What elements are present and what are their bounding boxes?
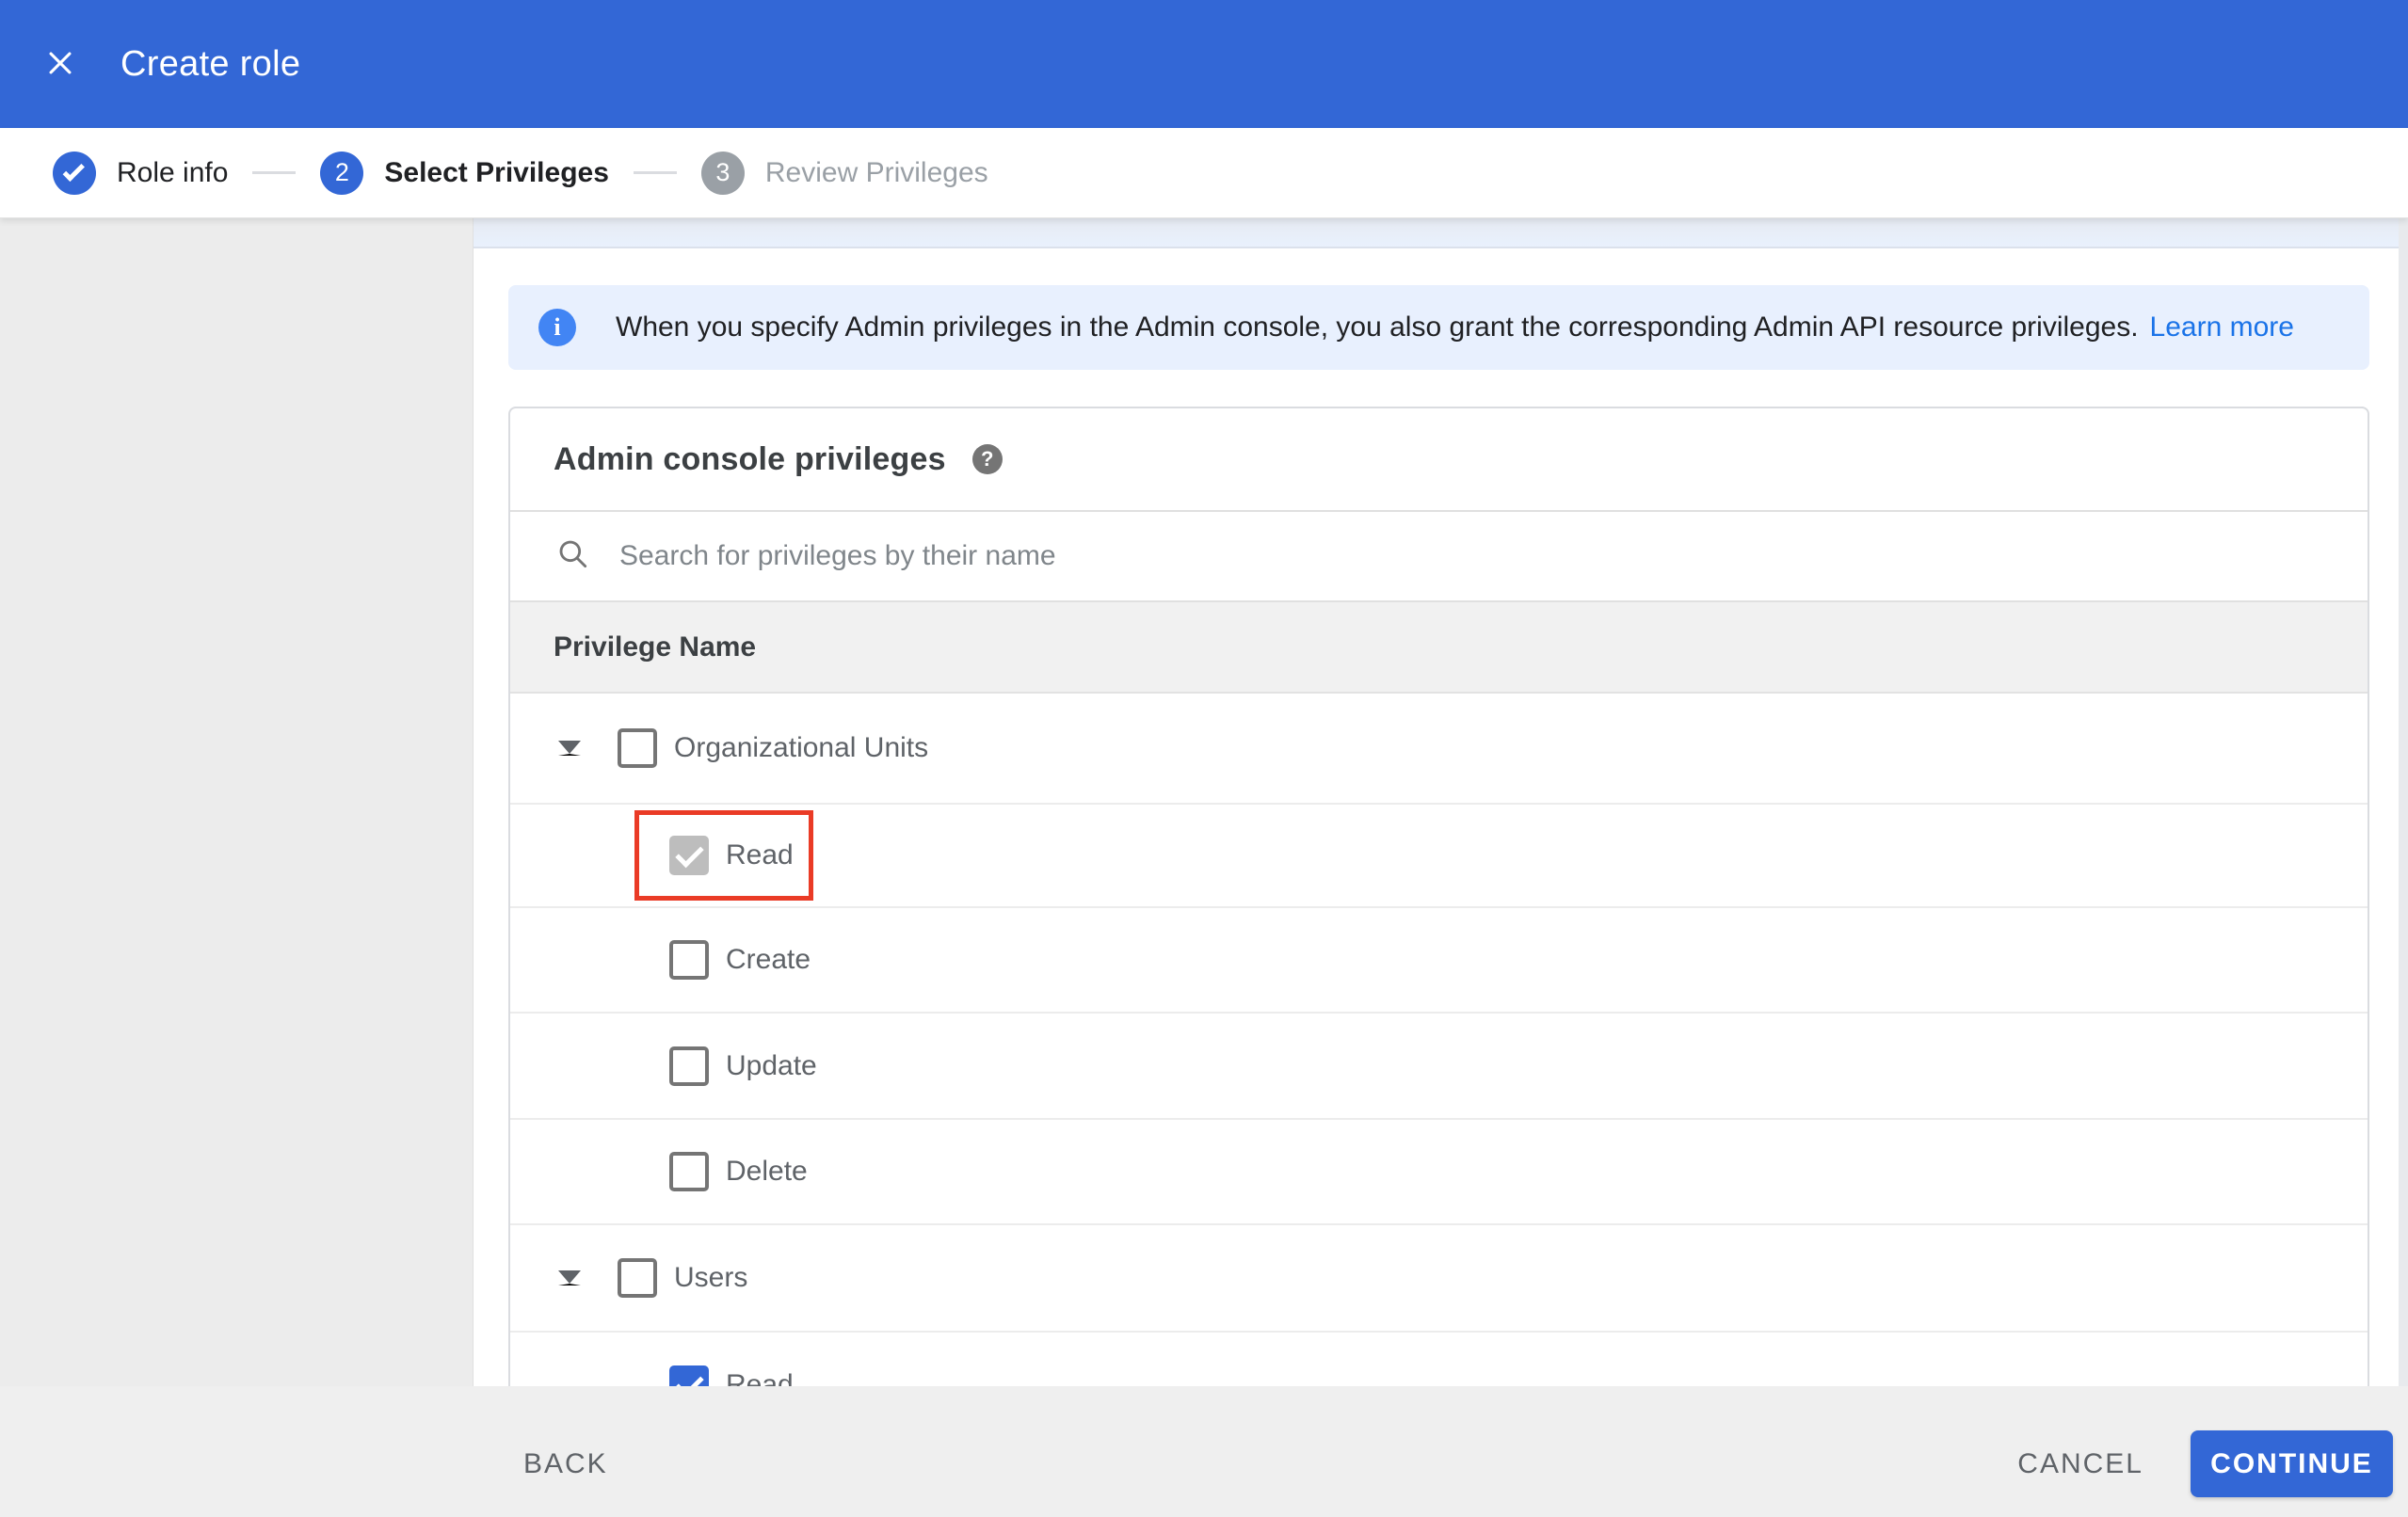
privilege-row-create: Create xyxy=(510,908,2368,1014)
left-sidebar xyxy=(0,218,474,1386)
privilege-label: Read xyxy=(726,1368,794,1387)
privilege-label: Organizational Units xyxy=(674,732,929,763)
step-number-circle: 3 xyxy=(700,151,745,195)
privilege-row-users-read: Read xyxy=(510,1333,2368,1386)
users-read-checkbox[interactable] xyxy=(669,1365,709,1386)
checkmark-icon xyxy=(62,159,85,183)
cancel-button[interactable]: CANCEL xyxy=(2017,1448,2143,1480)
step-number-circle: 2 xyxy=(320,151,364,195)
delete-checkbox[interactable] xyxy=(669,1152,709,1191)
step-separator xyxy=(252,171,297,174)
close-icon xyxy=(44,47,76,82)
scrolled-content-edge xyxy=(474,218,2399,248)
privilege-row-organizational-units: Organizational Units xyxy=(510,694,2368,805)
users-checkbox[interactable] xyxy=(618,1258,657,1298)
search-icon xyxy=(555,536,591,577)
appbar: Create role xyxy=(0,0,2408,128)
step-separator xyxy=(633,171,677,174)
continue-button[interactable]: CONTINUE xyxy=(2191,1430,2393,1497)
step-complete-circle xyxy=(53,151,96,195)
privilege-row-update: Update xyxy=(510,1014,2368,1120)
step-select-privileges[interactable]: 2 Select Privileges xyxy=(320,151,609,195)
stepper: Role info 2 Select Privileges 3 Review P… xyxy=(0,128,2408,218)
learn-more-link[interactable]: Learn more xyxy=(2150,311,2294,343)
privilege-label: Update xyxy=(726,1049,817,1081)
info-icon: i xyxy=(538,309,576,346)
search-row xyxy=(510,512,2368,602)
card-heading: Admin console privileges ? xyxy=(510,408,2368,512)
organizational-units-checkbox[interactable] xyxy=(618,728,657,768)
step-label: Select Privileges xyxy=(384,156,609,188)
collapse-arrow-icon[interactable] xyxy=(558,1270,581,1285)
privilege-label: Read xyxy=(726,839,794,870)
page-title: Create role xyxy=(120,43,301,84)
privilege-row-delete: Delete xyxy=(510,1120,2368,1225)
privilege-label: Create xyxy=(726,944,811,975)
privileges-card: Admin console privileges ? Privilege Nam… xyxy=(508,407,2369,1386)
read-checkbox[interactable] xyxy=(669,836,709,875)
collapse-arrow-icon[interactable] xyxy=(558,741,581,756)
privilege-row-users: Users xyxy=(510,1225,2368,1333)
step-label: Role info xyxy=(117,156,229,188)
update-checkbox[interactable] xyxy=(669,1046,709,1086)
step-role-info[interactable]: Role info xyxy=(53,151,229,195)
info-banner: i When you specify Admin privileges in t… xyxy=(508,285,2369,370)
step-review-privileges[interactable]: 3 Review Privileges xyxy=(700,151,988,195)
help-icon[interactable]: ? xyxy=(971,444,1003,474)
privilege-label: Delete xyxy=(726,1156,808,1187)
search-input[interactable] xyxy=(619,540,1937,572)
privilege-name-column-header: Privilege Name xyxy=(554,631,757,663)
scrollbar[interactable] xyxy=(2399,218,2408,1386)
footer-bar: BACK CANCEL CONTINUE xyxy=(0,1386,2408,1517)
privilege-row-read: Read xyxy=(510,805,2368,908)
banner-text: When you specify Admin privileges in the… xyxy=(616,311,2139,343)
close-button[interactable] xyxy=(38,41,83,87)
card-title: Admin console privileges xyxy=(554,440,946,477)
create-checkbox[interactable] xyxy=(669,940,709,980)
back-button[interactable]: BACK xyxy=(523,1448,608,1480)
table-header: Privilege Name xyxy=(510,602,2368,694)
step-label: Review Privileges xyxy=(764,156,988,188)
highlight-box: Read xyxy=(634,810,813,901)
privilege-label: Users xyxy=(674,1262,748,1293)
